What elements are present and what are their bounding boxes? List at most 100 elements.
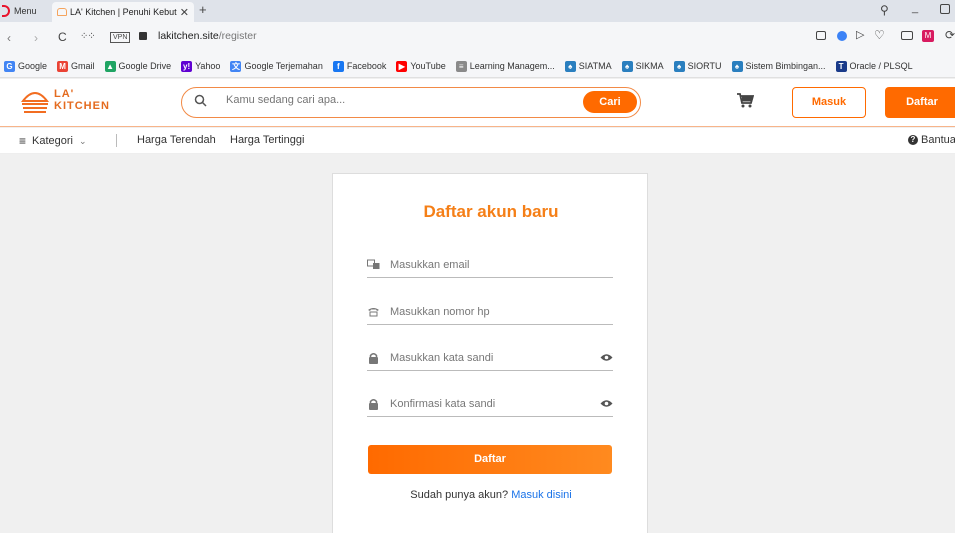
bookmark-label: SIATMA — [578, 61, 612, 71]
email-field — [367, 252, 613, 278]
lock-icon[interactable] — [139, 32, 147, 40]
bookmark-item[interactable]: f Facebook — [332, 60, 387, 72]
search-tabs-icon[interactable]: ⚲ — [880, 3, 889, 17]
my-flow-icon[interactable] — [901, 31, 913, 40]
bookmark-item[interactable]: ▲ Google Drive — [104, 60, 171, 72]
lakitchen-logo-icon[interactable] — [20, 87, 50, 115]
sort-highest-price-link[interactable]: Harga Tertinggi — [230, 134, 304, 146]
bookmark-label: Google — [18, 61, 48, 71]
show-confirm-password-icon[interactable] — [599, 397, 613, 411]
shield-icon[interactable] — [837, 31, 847, 41]
search-icon — [194, 94, 207, 110]
menu-icon: ≡ — [19, 134, 27, 148]
snapshot-icon[interactable] — [816, 31, 826, 40]
register-button[interactable]: Daftar — [885, 87, 955, 118]
facebook-icon: f — [332, 60, 344, 72]
sort-lowest-price-link[interactable]: Harga Terendah — [137, 134, 216, 146]
bookmark-label: Gmail — [71, 61, 95, 71]
heart-icon[interactable]: ♡ — [874, 28, 885, 42]
yahoo-icon: y! — [181, 60, 193, 72]
oracle-icon: T — [835, 60, 847, 72]
search-input[interactable] — [226, 94, 566, 106]
bookmark-item[interactable]: G Google — [4, 60, 48, 72]
help-label: Bantuan — [921, 134, 955, 146]
phone-icon — [367, 305, 380, 318]
new-tab-button[interactable]: + — [199, 2, 207, 17]
login-link[interactable]: Masuk disini — [511, 489, 572, 501]
site-header: LA' KITCHEN Cari Masuk Daftar — [0, 79, 955, 127]
search-bar: Cari — [181, 87, 641, 118]
password-field — [367, 345, 613, 371]
category-label: Kategori — [32, 135, 73, 147]
browser-address-bar: ‹ › C ⁘⁘ VPN lakitchen.site/register ▷ ♡… — [0, 22, 955, 55]
atma-icon: ♠ — [621, 60, 633, 72]
bookmark-item[interactable]: ♠ SIATMA — [564, 60, 612, 72]
logo-text[interactable]: LA' KITCHEN — [54, 88, 110, 112]
drive-icon: ▲ — [104, 60, 116, 72]
help-icon: ? — [908, 135, 918, 145]
lock-icon — [367, 351, 380, 364]
bookmark-item[interactable]: y! Yahoo — [181, 60, 221, 72]
browser-tab-bar: Menu LA' Kitchen | Penuhi Kebutu ✕ + ⚲ _ — [0, 0, 955, 22]
bookmark-label: YouTube — [410, 61, 446, 71]
restore-icon[interactable] — [940, 4, 950, 14]
bookmark-item[interactable]: ♠ Sistem Bimbingan... — [731, 60, 826, 72]
browser-tab[interactable]: LA' Kitchen | Penuhi Kebutu ✕ — [52, 2, 194, 22]
url-host: lakitchen.site — [158, 30, 219, 42]
email-icon — [367, 258, 380, 271]
bookmark-item[interactable]: ♠ SIORTU — [673, 60, 722, 72]
url-field[interactable]: lakitchen.site/register — [158, 30, 257, 42]
browser-menu-label: Menu — [14, 6, 37, 16]
translate-icon: 文 — [230, 60, 242, 72]
atma-icon: ♠ — [731, 60, 743, 72]
bookmark-label: Facebook — [346, 61, 387, 71]
bookmark-item[interactable]: T Oracle / PLSQL — [835, 60, 913, 72]
speed-dial-icon[interactable]: ⁘⁘ — [80, 31, 96, 42]
google-icon: G — [4, 60, 15, 72]
back-icon[interactable]: ‹ — [7, 31, 11, 45]
logo-line2: KITCHEN — [54, 100, 110, 112]
phone-input[interactable] — [390, 305, 613, 318]
extension-icon[interactable]: M — [922, 30, 934, 42]
register-submit-button[interactable]: Daftar — [368, 445, 612, 474]
opera-logo-icon — [2, 5, 10, 17]
login-prompt-text: Sudah punya akun? — [410, 489, 509, 501]
bookmark-item[interactable]: 文 Google Terjemahan — [230, 60, 323, 72]
bookmark-label: Sistem Bimbingan... — [745, 61, 826, 71]
bookmark-item[interactable]: M Gmail — [57, 60, 95, 72]
close-tab-icon[interactable]: ✕ — [180, 6, 189, 19]
register-card: Daftar akun baru Daftar Sudah punya aku — [332, 173, 648, 533]
category-nav: ≡ Kategori ⌄ Harga Terendah Harga Tertin… — [0, 128, 955, 154]
forward-icon[interactable]: › — [34, 31, 38, 45]
lock-icon — [367, 397, 380, 410]
minimize-icon[interactable]: _ — [912, 2, 918, 14]
bookmark-item[interactable]: ▶ YouTube — [396, 60, 446, 72]
email-input[interactable] — [390, 258, 613, 271]
bookmark-label: SIORTU — [687, 61, 722, 71]
extensions-menu-icon[interactable]: ⟳ — [945, 28, 955, 42]
vpn-badge[interactable]: VPN — [110, 32, 131, 43]
category-dropdown[interactable]: ≡ Kategori ⌄ — [19, 134, 87, 148]
search-button[interactable]: Cari — [583, 91, 637, 113]
lms-icon: ≡ — [455, 60, 467, 72]
login-button[interactable]: Masuk — [792, 87, 866, 118]
bookmark-item[interactable]: ≡ Learning Managem... — [455, 60, 555, 72]
chevron-down-icon: ⌄ — [79, 135, 87, 146]
tab-title: LA' Kitchen | Penuhi Kebutu — [70, 7, 177, 17]
confirm-password-input[interactable] — [390, 397, 599, 410]
reload-icon[interactable]: C — [58, 30, 67, 44]
show-password-icon[interactable] — [599, 351, 613, 365]
bookmark-item[interactable]: ♠ SIKMA — [621, 60, 664, 72]
help-link[interactable]: ? Bantuan — [908, 134, 955, 146]
confirm-password-field — [367, 391, 613, 417]
phone-field — [367, 299, 613, 325]
cart-icon[interactable] — [737, 93, 755, 111]
bookmark-label: SIKMA — [635, 61, 664, 71]
bookmark-label: Yahoo — [195, 61, 221, 71]
send-icon[interactable]: ▷ — [856, 28, 864, 41]
password-input[interactable] — [390, 351, 599, 364]
browser-menu-button[interactable]: Menu — [0, 4, 52, 18]
youtube-icon: ▶ — [396, 60, 408, 72]
login-prompt: Sudah punya akun? Masuk disini — [333, 489, 649, 501]
atma-icon: ♠ — [673, 60, 685, 72]
